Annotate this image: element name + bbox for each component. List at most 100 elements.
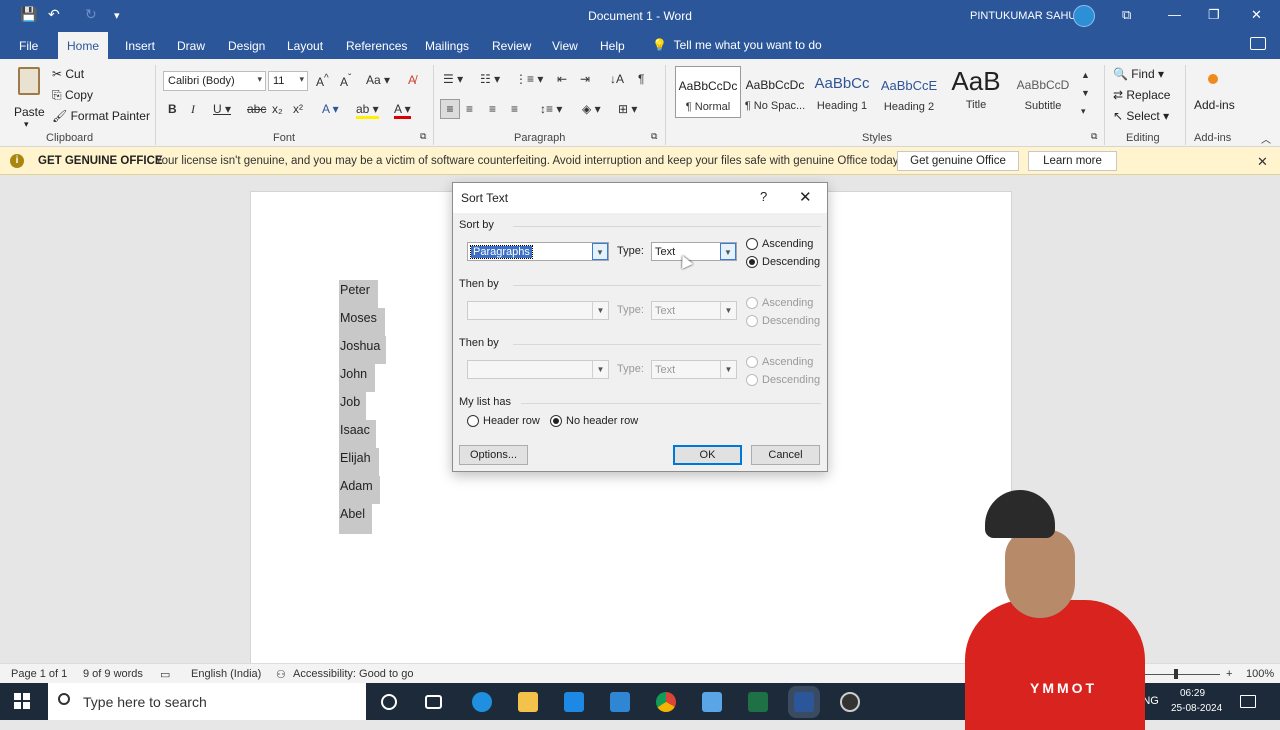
edge-icon[interactable] bbox=[472, 692, 492, 712]
superscript-icon[interactable]: x² bbox=[293, 102, 303, 116]
header-row-label[interactable]: Header row bbox=[483, 415, 540, 427]
help-icon[interactable]: ? bbox=[760, 189, 767, 204]
paste-button[interactable]: Paste ▾ bbox=[12, 65, 46, 129]
type-select[interactable]: Text ▼ bbox=[651, 242, 737, 261]
accessibility-status[interactable]: Accessibility: Good to go bbox=[293, 668, 413, 680]
cut-button[interactable]: ✂ Cut bbox=[52, 67, 84, 81]
zoom-slider-thumb[interactable] bbox=[1174, 669, 1178, 679]
align-right-icon[interactable]: ≡ bbox=[489, 102, 496, 116]
borders-icon[interactable]: ⊞ ▾ bbox=[618, 102, 637, 116]
tab-references[interactable]: References bbox=[346, 39, 407, 53]
ascending-label[interactable]: Ascending bbox=[762, 297, 813, 309]
styles-dialog-launcher-icon[interactable]: ⧉ bbox=[1091, 131, 1097, 142]
descending-radio[interactable] bbox=[746, 315, 758, 327]
accessibility-icon[interactable]: ⚇ bbox=[276, 668, 286, 681]
sort-icon[interactable]: ↓A bbox=[610, 72, 624, 86]
bold-icon[interactable]: B bbox=[168, 102, 177, 116]
font-size-combo[interactable]: 11 ▾ bbox=[268, 71, 308, 91]
clock-date[interactable]: 25-08-2024 bbox=[1171, 703, 1222, 714]
style-normal[interactable]: AaBbCcDc ¶ Normal bbox=[675, 66, 741, 118]
justify-icon[interactable]: ≡ bbox=[511, 102, 518, 116]
word-count[interactable]: 9 of 9 words bbox=[83, 668, 143, 680]
tab-review[interactable]: Review bbox=[492, 39, 531, 53]
descending-label[interactable]: Descending bbox=[762, 374, 820, 386]
descending-label[interactable]: Descending bbox=[762, 256, 820, 268]
list-item[interactable]: Adam bbox=[340, 479, 373, 493]
options-button[interactable]: Options... bbox=[459, 445, 528, 465]
descending-radio[interactable] bbox=[746, 374, 758, 386]
align-center-icon[interactable]: ≡ bbox=[466, 102, 473, 116]
descending-radio[interactable] bbox=[746, 256, 758, 268]
italic-icon[interactable]: I bbox=[191, 102, 195, 117]
styles-scroll-down-icon[interactable]: ▼ bbox=[1081, 88, 1090, 98]
no-header-row-radio[interactable] bbox=[550, 415, 562, 427]
font-color-icon[interactable]: A ▾ bbox=[394, 102, 411, 119]
app-icon[interactable] bbox=[702, 692, 722, 712]
ascending-radio[interactable] bbox=[746, 238, 758, 250]
notifications-icon[interactable] bbox=[1240, 695, 1256, 708]
list-item[interactable]: Elijah bbox=[340, 451, 371, 465]
numbering-icon[interactable]: ☷ ▾ bbox=[480, 72, 500, 86]
paragraph-dialog-launcher-icon[interactable]: ⧉ bbox=[651, 131, 657, 142]
comments-icon[interactable] bbox=[1250, 37, 1266, 50]
tab-help[interactable]: Help bbox=[600, 39, 625, 53]
font-dialog-launcher-icon[interactable]: ⧉ bbox=[420, 131, 426, 142]
shrink-font-icon[interactable]: Aˇ bbox=[340, 73, 351, 89]
then-by-select[interactable]: ▼ bbox=[467, 301, 609, 320]
list-item[interactable]: Peter bbox=[340, 283, 370, 297]
sort-by-select[interactable]: Paragraphs ▼ bbox=[467, 242, 609, 261]
ascending-radio[interactable] bbox=[746, 297, 758, 309]
tab-layout[interactable]: Layout bbox=[287, 39, 323, 53]
tab-mailings[interactable]: Mailings bbox=[425, 39, 469, 53]
no-header-row-label[interactable]: No header row bbox=[566, 415, 638, 427]
list-item[interactable]: Joshua bbox=[340, 339, 380, 353]
highlight-icon[interactable]: ab ▾ bbox=[356, 102, 379, 119]
then-by-select[interactable]: ▼ bbox=[467, 360, 609, 379]
descending-label[interactable]: Descending bbox=[762, 315, 820, 327]
proofing-icon[interactable]: ▭ bbox=[160, 668, 170, 681]
close-icon[interactable]: ✕ bbox=[799, 188, 812, 206]
then-type-select[interactable]: Text ▼ bbox=[651, 301, 737, 320]
tab-file[interactable]: File bbox=[19, 39, 38, 53]
restore-icon[interactable]: ❐ bbox=[1208, 7, 1220, 23]
subscript-icon[interactable]: x₂ bbox=[272, 102, 283, 116]
learn-more-button[interactable]: Learn more bbox=[1028, 151, 1117, 171]
user-name[interactable]: PINTUKUMAR SAHU bbox=[970, 10, 1076, 22]
tab-draw[interactable]: Draw bbox=[177, 39, 205, 53]
cortana-icon[interactable] bbox=[381, 694, 397, 710]
recorder-icon[interactable] bbox=[840, 692, 860, 712]
style-heading-1[interactable]: AaBbCc Heading 1 bbox=[809, 66, 875, 118]
styles-scroll-up-icon[interactable]: ▲ bbox=[1081, 70, 1090, 80]
header-row-radio[interactable] bbox=[467, 415, 479, 427]
excel-icon[interactable] bbox=[748, 692, 768, 712]
select-button[interactable]: ↖ Select ▾ bbox=[1113, 109, 1169, 123]
style-heading-2[interactable]: AaBbCcE Heading 2 bbox=[876, 66, 942, 118]
language[interactable]: English (India) bbox=[191, 668, 261, 680]
align-left-icon[interactable]: ≡ bbox=[440, 99, 460, 119]
minimize-icon[interactable]: — bbox=[1168, 7, 1181, 22]
list-item[interactable]: John bbox=[340, 367, 367, 381]
avatar[interactable] bbox=[1073, 5, 1095, 27]
bullets-icon[interactable]: ☰ ▾ bbox=[443, 72, 463, 86]
tab-insert[interactable]: Insert bbox=[125, 39, 155, 53]
close-icon[interactable]: ✕ bbox=[1251, 7, 1262, 23]
list-item[interactable]: Abel bbox=[340, 507, 365, 521]
add-ins-button[interactable]: Add-ins bbox=[1192, 71, 1238, 121]
list-item[interactable]: Isaac bbox=[340, 423, 370, 437]
ascending-label[interactable]: Ascending bbox=[762, 238, 813, 250]
style-title[interactable]: AaB Title bbox=[943, 66, 1009, 118]
decrease-indent-icon[interactable]: ⇤ bbox=[557, 72, 567, 86]
ascending-radio[interactable] bbox=[746, 356, 758, 368]
zoom-level[interactable]: 100% bbox=[1246, 668, 1274, 680]
strikethrough-icon[interactable]: abc bbox=[247, 102, 266, 116]
list-item[interactable]: Job bbox=[340, 395, 360, 409]
clock-time[interactable]: 06:29 bbox=[1180, 688, 1205, 699]
ok-button[interactable]: OK bbox=[673, 445, 742, 465]
clear-formatting-icon[interactable]: A̸ bbox=[408, 73, 416, 87]
chrome-icon[interactable] bbox=[656, 692, 676, 712]
cancel-button[interactable]: Cancel bbox=[751, 445, 820, 465]
text-effects-icon[interactable]: A ▾ bbox=[322, 102, 339, 116]
collapse-ribbon-icon[interactable]: ︿ bbox=[1261, 131, 1271, 146]
pilcrow-icon[interactable]: ¶ bbox=[638, 72, 644, 86]
word-icon[interactable] bbox=[794, 692, 814, 712]
